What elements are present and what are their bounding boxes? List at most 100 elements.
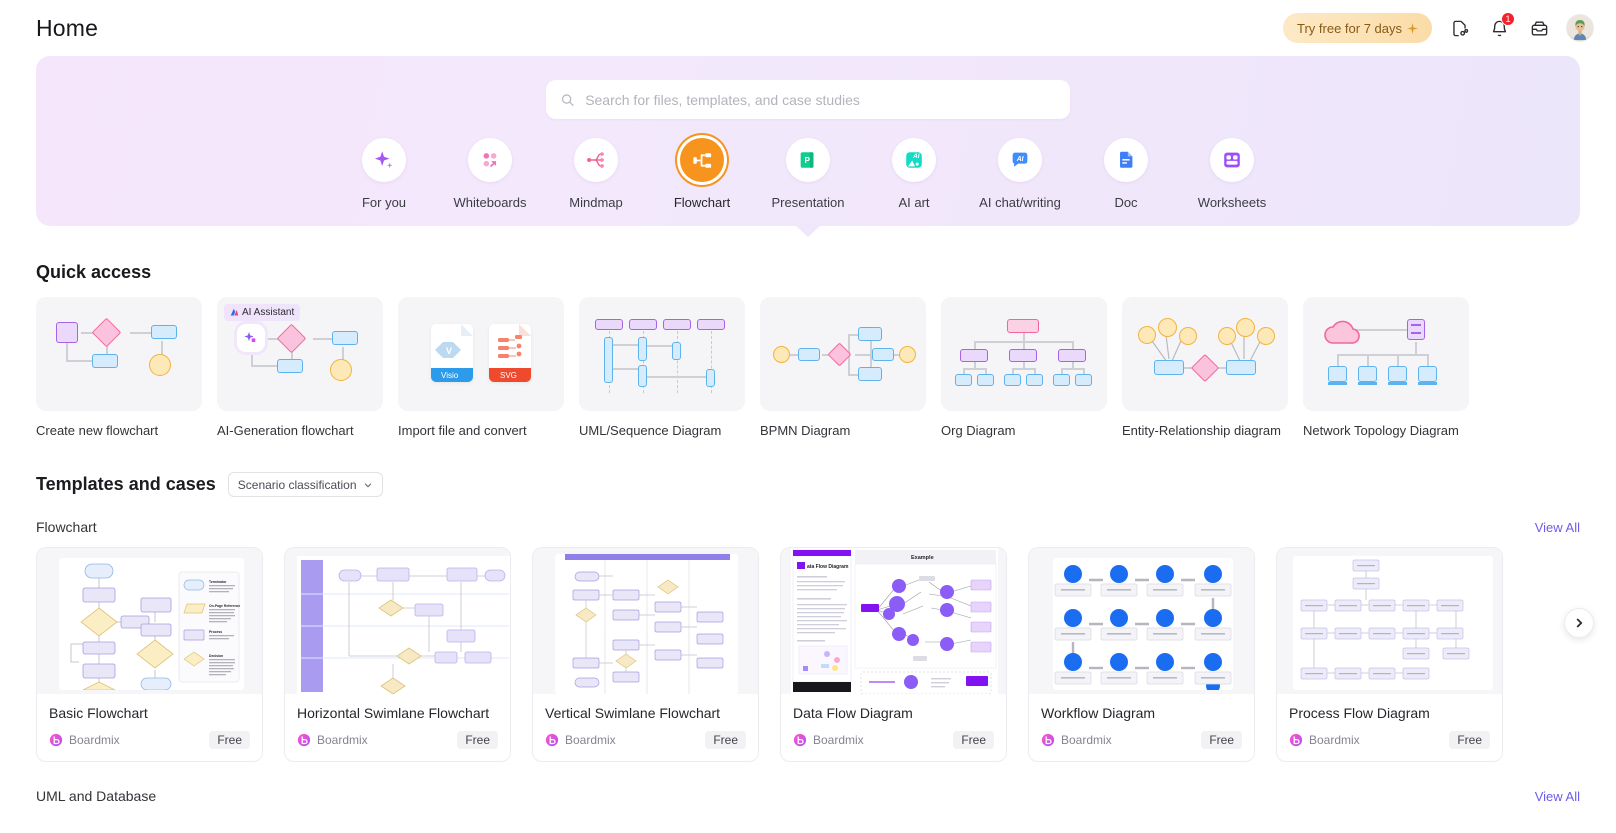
- category-label: AI art: [898, 195, 930, 210]
- templates-heading: Templates and cases: [36, 474, 216, 494]
- category-tab-presentation[interactable]: P Presentation: [772, 138, 845, 210]
- template-meta: Horizontal Swimlane Flowchart Boardmix F…: [285, 694, 510, 761]
- uml-database-view-all-link[interactable]: View All: [1535, 789, 1580, 804]
- category-tab-whiteboards[interactable]: Whiteboards: [454, 138, 527, 210]
- flowchart-view-all-link[interactable]: View All: [1535, 520, 1580, 535]
- search-input[interactable]: [585, 91, 1056, 108]
- quick-access-item-bpmn-diagram[interactable]: BPMN Diagram: [760, 297, 926, 438]
- quick-access-item-create-new-flowchart[interactable]: Create new flowchart: [36, 297, 202, 438]
- quick-access-item-network-topology-diagram[interactable]: Network Topology Diagram: [1303, 297, 1469, 438]
- template-author: Boardmix: [1061, 733, 1112, 747]
- category-tab-worksheets[interactable]: Worksheets: [1198, 138, 1266, 210]
- chevron-down-icon: [364, 482, 371, 487]
- ai-chat-icon: AI: [998, 138, 1042, 182]
- template-card[interactable]: Horizontal Swimlane Flowchart Boardmix F…: [284, 547, 511, 762]
- quick-access-label: UML/Sequence Diagram: [579, 423, 722, 438]
- template-card[interactable]: Process Flow Diagram Boardmix Free: [1276, 547, 1503, 762]
- quick-access-item-org-diagram[interactable]: Org Diagram: [941, 297, 1107, 438]
- svg-text:AI: AI: [912, 153, 920, 160]
- quick-access-item-ai-generation-flowchart[interactable]: AI Assistant AI-Generation flowchart: [217, 297, 383, 438]
- flowchart-row-header: Flowchart View All: [36, 519, 1580, 535]
- svg-text:SVG: SVG: [500, 371, 517, 380]
- quick-access-item-uml-sequence-diagram[interactable]: UML/Sequence Diagram: [579, 297, 745, 438]
- v-swimlane-thumbnail: [533, 548, 758, 694]
- template-footer: Boardmix Free: [1041, 731, 1242, 749]
- category-tab-flowchart[interactable]: Flowchart: [674, 138, 730, 210]
- template-price-badge: Free: [209, 731, 250, 749]
- try-free-label: Try free for 7 days: [1297, 20, 1402, 36]
- templates-header: Templates and cases Scenario classificat…: [36, 472, 1580, 497]
- flowchart-basic-thumbnail: [36, 297, 202, 411]
- template-footer: Boardmix Free: [49, 731, 250, 749]
- template-author: Boardmix: [565, 733, 616, 747]
- category-tab-mindmap[interactable]: Mindmap: [568, 138, 624, 210]
- svg-text:AI: AI: [1016, 156, 1025, 163]
- category-tab-ai-chat-writing[interactable]: AI AI chat/writing: [979, 138, 1061, 210]
- template-footer: Boardmix Free: [1289, 731, 1490, 749]
- ai-assistant-chip: AI Assistant: [224, 304, 301, 321]
- ai-assistant-label: AI Assistant: [242, 307, 295, 318]
- boardmix-logo-icon: [1041, 733, 1055, 747]
- quick-access-grid: Create new flowchart AI Assistant AI-Gen…: [36, 297, 1580, 438]
- quick-access-label: AI-Generation flowchart: [217, 423, 354, 438]
- carousel-next-button[interactable]: [1564, 608, 1594, 638]
- search-bar[interactable]: [546, 80, 1070, 119]
- template-meta: Workflow Diagram Boardmix Free: [1029, 694, 1254, 761]
- inbox-icon[interactable]: [1526, 15, 1552, 41]
- quick-access-label: Import file and convert: [398, 423, 527, 438]
- user-avatar[interactable]: [1566, 14, 1594, 42]
- svg-text:P: P: [805, 156, 811, 165]
- template-author: Boardmix: [1309, 733, 1360, 747]
- template-meta: Basic Flowchart Boardmix Free: [37, 694, 262, 761]
- process-flow-thumbnail: [1277, 548, 1502, 694]
- template-meta: Data Flow Diagram Boardmix Free: [781, 694, 1006, 761]
- header-actions: Try free for 7 days 1: [1283, 12, 1594, 43]
- home-page: Home Try free for 7 days 1 Search for fi…: [0, 0, 1616, 833]
- template-meta: Vertical Swimlane Flowchart Boardmix Fre…: [533, 694, 758, 761]
- svg-text:V: V: [446, 346, 452, 356]
- notification-bell-icon[interactable]: 1: [1486, 12, 1515, 41]
- quick-access-item-entity-relationship-diagram[interactable]: Entity-Relationship diagram: [1122, 297, 1288, 438]
- template-price-badge: Free: [1449, 731, 1490, 749]
- category-tabs: For you Whiteboards Mindmap Flowchart P …: [36, 138, 1580, 210]
- template-card[interactable]: ata Flow Diagram Example Data Flow Diagr…: [780, 547, 1007, 762]
- scenario-classification-select[interactable]: Scenario classification: [227, 472, 383, 497]
- slides-icon: P: [786, 138, 830, 182]
- share-file-icon[interactable]: [1446, 15, 1472, 41]
- template-name: Data Flow Diagram: [793, 705, 913, 721]
- try-free-button[interactable]: Try free for 7 days: [1283, 13, 1432, 43]
- bpmn-thumbnail: [760, 297, 926, 411]
- category-tab-doc[interactable]: Doc: [1098, 138, 1154, 210]
- chevron-right-icon: [1576, 618, 1583, 628]
- category-tab-for-you[interactable]: For you: [356, 138, 412, 210]
- category-tab-ai-art[interactable]: AI AI art: [886, 138, 942, 210]
- boardmix-logo-icon: [793, 733, 807, 747]
- scenario-classification-label: Scenario classification: [237, 477, 357, 492]
- active-category-pointer: [795, 225, 821, 237]
- quick-access-label: Entity-Relationship diagram: [1122, 423, 1281, 438]
- template-name: Workflow Diagram: [1041, 705, 1156, 721]
- template-name: Vertical Swimlane Flowchart: [545, 705, 721, 721]
- boardmix-logo-icon: [297, 733, 311, 747]
- basic-flowchart-thumbnail: Terminator On-Page Reference Process Decis…: [37, 548, 262, 694]
- template-card[interactable]: Terminator On-Page Reference Process Decis…: [36, 547, 263, 762]
- doc-icon: [1104, 138, 1148, 182]
- category-label: Worksheets: [1197, 195, 1267, 210]
- template-card[interactable]: Workflow Diagram Boardmix Free: [1028, 547, 1255, 762]
- svg-text:Terminator: Terminator: [209, 580, 227, 584]
- flowchart-ai-thumbnail: AI Assistant: [217, 297, 383, 411]
- svg-text:Example: Example: [911, 555, 934, 561]
- svg-text:Decision: Decision: [209, 654, 223, 658]
- quick-access-item-import-file-and-convert[interactable]: V Visio SVG Import file and convert: [398, 297, 564, 438]
- svg-text:On-Page Reference: On-Page Reference: [209, 604, 240, 608]
- template-name: Horizontal Swimlane Flowchart: [297, 705, 490, 721]
- category-label: Flowchart: [673, 195, 731, 210]
- template-price-badge: Free: [457, 731, 498, 749]
- notification-badge: 1: [1501, 12, 1515, 26]
- quick-access-label: BPMN Diagram: [760, 423, 851, 438]
- data-flow-thumbnail: ata Flow Diagram Example: [781, 548, 1006, 694]
- org-thumbnail: [941, 297, 1107, 411]
- category-label: Whiteboards: [453, 195, 527, 210]
- template-name: Process Flow Diagram: [1289, 705, 1430, 721]
- template-card[interactable]: Vertical Swimlane Flowchart Boardmix Fre…: [532, 547, 759, 762]
